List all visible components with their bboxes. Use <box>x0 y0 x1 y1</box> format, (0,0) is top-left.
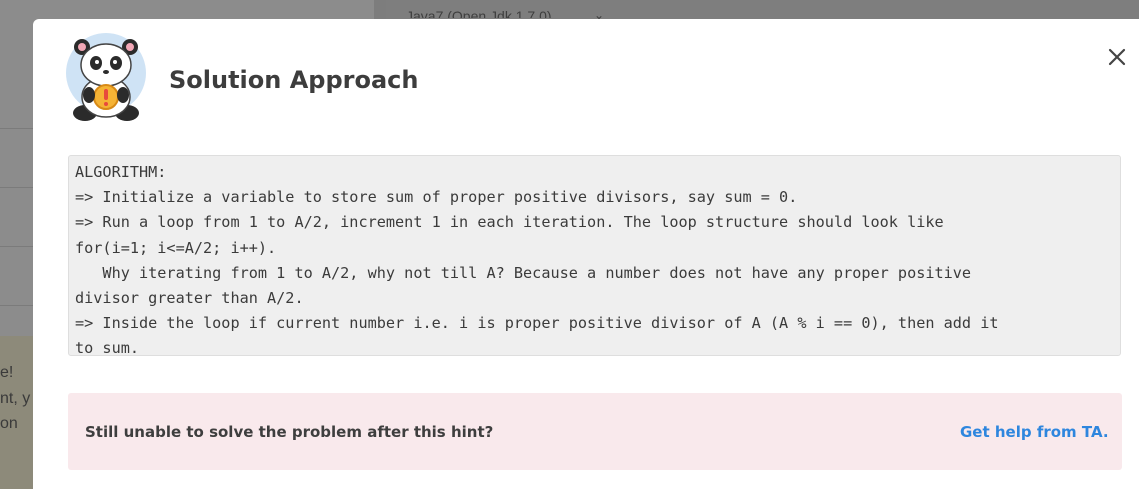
code-line: Why iterating from 1 to A/2, why not til… <box>75 263 972 282</box>
modal-title: Solution Approach <box>169 66 419 94</box>
language-selector: Java7 (Open Jdk 1.7.0) <box>406 8 552 18</box>
solution-approach-modal: Solution Approach ALGORITHM: => Initiali… <box>33 19 1139 489</box>
algorithm-code-block: ALGORITHM: => Initialize a variable to s… <box>68 155 1121 357</box>
notice-fragment: on <box>0 415 18 432</box>
code-line: for(i=1; i<=A/2; i++). <box>75 238 277 257</box>
code-line: divisor greater than A/2. <box>75 288 304 307</box>
code-line: => Run a loop from 1 to A/2, increment 1… <box>75 213 944 232</box>
notice-fragment: nt, y <box>0 390 31 407</box>
close-button[interactable] <box>1103 43 1131 71</box>
panda-mascot-icon <box>63 29 149 124</box>
get-help-from-ta-link[interactable]: Get help from TA. <box>960 423 1109 441</box>
code-line: => Inside the loop if current number i.e… <box>75 314 999 333</box>
hint-message: Still unable to solve the problem after … <box>85 423 494 441</box>
close-icon <box>1108 48 1126 66</box>
code-line: to sum. <box>75 339 140 358</box>
code-line: ALGORITHM: <box>75 163 167 181</box>
hint-help-banner: Still unable to solve the problem after … <box>68 393 1122 470</box>
notice-fragment: e! <box>0 364 14 381</box>
code-line: => Initialize a variable to store sum of… <box>75 188 798 207</box>
